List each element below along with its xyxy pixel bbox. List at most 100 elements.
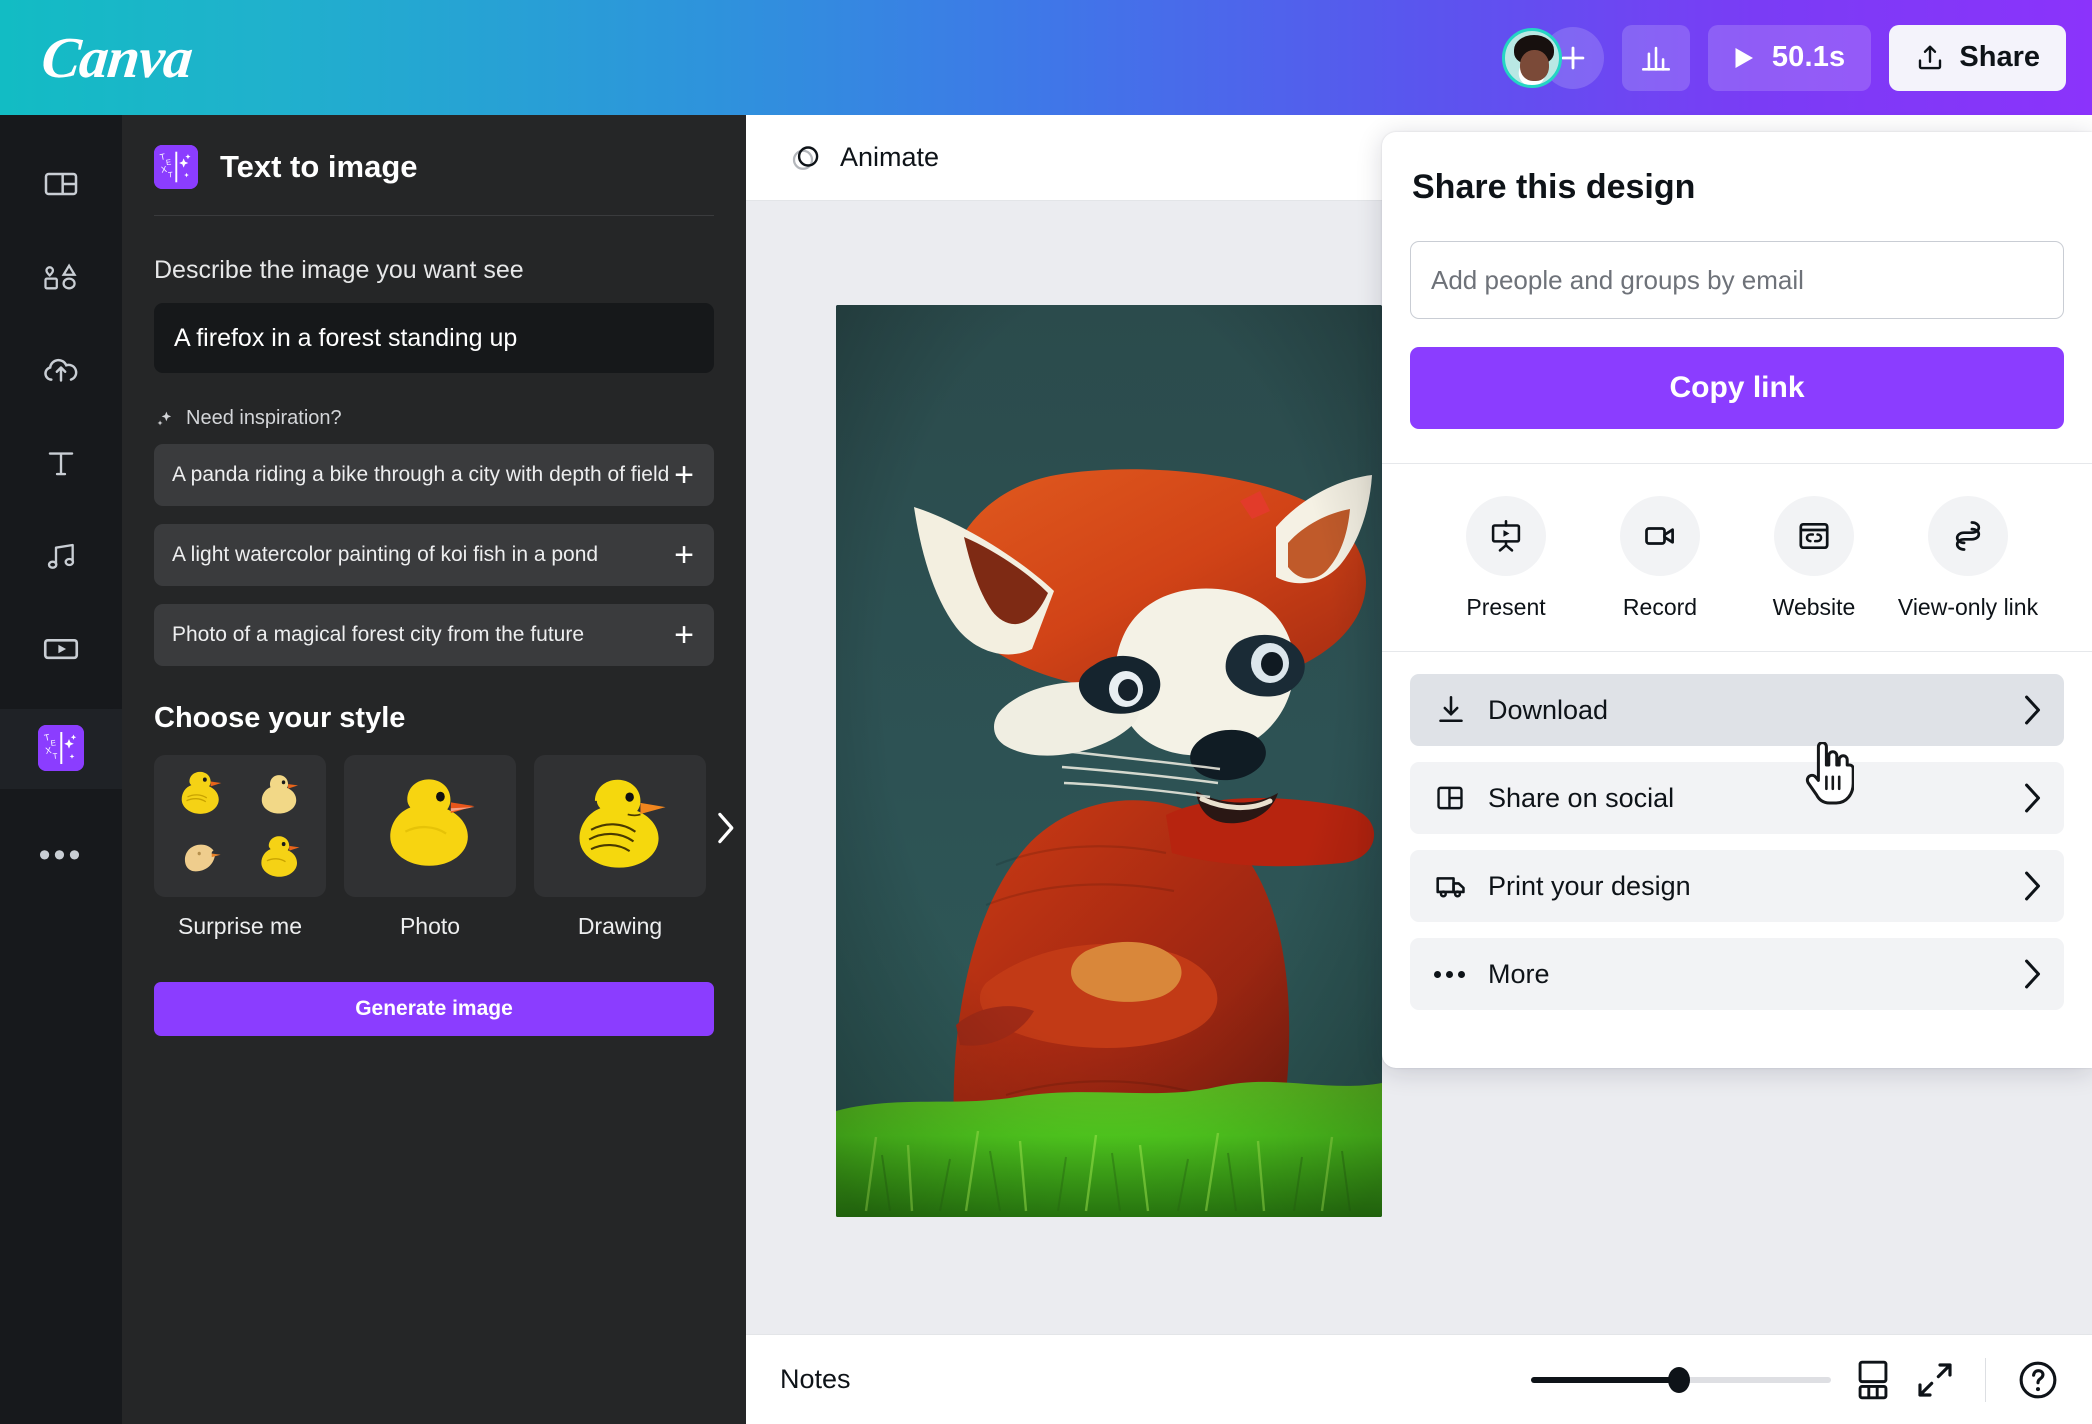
sidebar-item-more[interactable]: ••• xyxy=(0,809,122,902)
suggestion-item[interactable]: Photo of a magical forest city from the … xyxy=(154,604,714,666)
present-action[interactable]: Present xyxy=(1432,496,1580,621)
video-frame-icon xyxy=(43,638,79,659)
plus-icon[interactable]: + xyxy=(674,618,694,652)
menu-item-label: Download xyxy=(1488,694,1609,725)
menu-item-label: Print your design xyxy=(1488,870,1691,901)
text-to-image-panel: T E X T Text to image Describe the image… xyxy=(122,115,746,1424)
plus-icon[interactable]: + xyxy=(674,538,694,572)
rail-app-group: T E X T xyxy=(0,709,122,789)
page-grid-button[interactable] xyxy=(1853,1359,1893,1401)
sidebar-item-text[interactable] xyxy=(0,416,122,509)
rubber-duck-icon xyxy=(579,779,666,868)
red-panda-artwork xyxy=(836,305,1382,1217)
ellipsis-icon: ••• xyxy=(38,836,84,874)
share-email-placeholder: Add people and groups by email xyxy=(1431,264,1804,295)
collaborators-cluster xyxy=(1501,26,1604,89)
stats-button[interactable] xyxy=(1621,24,1690,91)
sidebar-item-elements[interactable] xyxy=(0,230,122,323)
share-panel-title: Share this design xyxy=(1412,168,1696,206)
style-carousel: Surprise me Photo Drawing xyxy=(154,755,734,940)
sidebar-item-text-to-image[interactable]: T E X T xyxy=(38,725,84,771)
sparkle-icon xyxy=(157,411,172,426)
animate-button[interactable]: Animate xyxy=(774,132,953,184)
animate-label: Animate xyxy=(840,142,940,172)
rubber-duck-icon xyxy=(261,774,299,813)
play-icon xyxy=(1735,47,1753,68)
rubber-duck-icon xyxy=(261,835,300,877)
sidebar-item-audio[interactable] xyxy=(0,509,122,602)
design-canvas[interactable] xyxy=(836,305,1382,1217)
suggestion-text: A panda riding a bike through a city wit… xyxy=(172,463,670,486)
page-grid-icon xyxy=(1858,1360,1888,1399)
canva-logo[interactable]: Canva xyxy=(39,25,196,90)
plus-icon[interactable]: + xyxy=(674,458,694,492)
share-button[interactable]: Share xyxy=(1889,24,2066,91)
bar-chart-icon xyxy=(1641,46,1670,71)
style-option-drawing[interactable]: Drawing xyxy=(534,755,706,940)
style-thumb-photo[interactable] xyxy=(344,755,516,897)
record-label: Record xyxy=(1622,594,1698,620)
header-actions: 50.1s Share xyxy=(1501,24,2066,91)
menu-item-more[interactable]: More xyxy=(1410,938,2064,1010)
help-button[interactable] xyxy=(2016,1358,2060,1402)
website-action[interactable]: Website xyxy=(1740,496,1888,621)
panel-header: T E X T Text to image xyxy=(154,115,714,216)
chevron-right-icon xyxy=(2020,781,2042,815)
copy-link-button[interactable]: Copy link xyxy=(1410,347,2064,429)
style-label: Drawing xyxy=(577,913,663,939)
cloud-upload-icon xyxy=(44,358,78,382)
share-menu-list: Download Share on social Print your desi… xyxy=(1410,652,2064,1010)
view-only-link-label: View-only link xyxy=(1897,594,2039,620)
bottom-bar: Notes xyxy=(746,1334,2092,1424)
style-thumb-grid[interactable] xyxy=(154,755,326,897)
bottom-bar-controls xyxy=(1531,1357,2060,1402)
menu-item-label: Share on social xyxy=(1488,782,1675,813)
view-only-link-action[interactable]: View-only link xyxy=(1894,496,2042,621)
text-to-image-glyph: T E X T xyxy=(154,145,198,189)
view-only-link-icon-circle xyxy=(1928,496,2008,576)
style-option-surprise-me[interactable]: Surprise me xyxy=(154,755,326,940)
menu-item-print-your-design[interactable]: Print your design xyxy=(1410,850,2064,922)
shapes-icon xyxy=(44,263,77,289)
prompt-input[interactable]: A firefox in a forest standing up xyxy=(154,303,714,373)
download-arrow-icon xyxy=(1434,693,1480,727)
style-label: Surprise me xyxy=(178,913,302,939)
sidebar-item-videos[interactable] xyxy=(0,602,122,695)
style-carousel-next-button[interactable] xyxy=(714,811,736,851)
divider xyxy=(1985,1357,1986,1402)
record-icon-circle xyxy=(1620,496,1700,576)
share-email-input[interactable]: Add people and groups by email xyxy=(1410,241,2064,319)
website-window-icon xyxy=(1799,522,1829,550)
sidebar-item-uploads[interactable] xyxy=(0,323,122,416)
sidebar-item-design[interactable] xyxy=(0,137,122,230)
suggestion-item[interactable]: A light watercolor painting of koi fish … xyxy=(154,524,714,586)
suggestion-item[interactable]: A panda riding a bike through a city wit… xyxy=(154,444,714,506)
style-option-photo[interactable]: Photo xyxy=(344,755,516,940)
zoom-slider-handle[interactable] xyxy=(1668,1366,1690,1393)
link-chain-icon xyxy=(1955,521,1981,551)
share-this-design-panel: Share this design Add people and groups … xyxy=(1382,132,2092,1068)
generate-image-button[interactable]: Generate image xyxy=(154,982,714,1036)
rail-primary-group xyxy=(0,115,122,709)
record-action[interactable]: Record xyxy=(1586,496,1734,621)
avatar[interactable] xyxy=(1501,27,1562,88)
notes-button[interactable]: Notes xyxy=(780,1364,851,1395)
music-note-icon xyxy=(47,543,75,569)
share-button-label: Share xyxy=(1959,41,2040,73)
chevron-right-icon xyxy=(2020,693,2042,727)
present-screen-icon xyxy=(1491,520,1521,552)
layout-icon xyxy=(44,172,78,195)
ellipsis-icon xyxy=(1434,970,1480,978)
menu-item-download[interactable]: Download xyxy=(1410,674,2064,746)
play-duration-button[interactable]: 50.1s xyxy=(1707,24,1872,91)
rubber-duck-icon xyxy=(181,771,222,814)
text-to-image-app-icon: T E X T xyxy=(154,145,198,189)
text-t-icon xyxy=(48,451,74,475)
fullscreen-button[interactable] xyxy=(1915,1360,1955,1400)
rubber-duck-icon xyxy=(390,779,475,866)
style-thumb-drawing[interactable] xyxy=(534,755,706,897)
zoom-slider[interactable] xyxy=(1531,1366,1831,1393)
menu-item-share-on-social[interactable]: Share on social xyxy=(1410,762,2064,834)
prompt-label: Describe the image you want see xyxy=(154,256,524,284)
upload-icon xyxy=(1919,45,1942,69)
